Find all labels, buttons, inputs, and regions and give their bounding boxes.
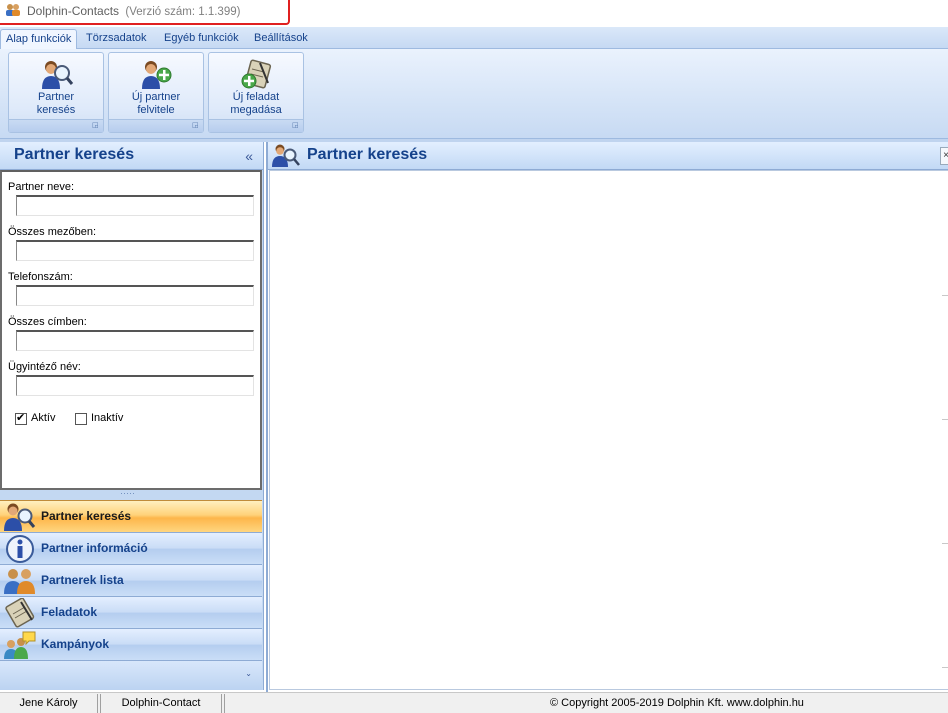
edge-tick [942, 419, 948, 420]
status-copyright: © Copyright 2005-2019 Dolphin Kft. www.d… [224, 694, 948, 713]
app-version: (Verzió szám: 1.1.399) [125, 6, 241, 18]
tab-alap-funkciok[interactable]: Alap funkciók [0, 29, 78, 49]
add-partner-icon [142, 61, 172, 89]
ribbon-group-new-task: Új feladat megadása ◲ [208, 52, 304, 133]
all-addresses-label: Összes címben: [8, 316, 87, 328]
inactive-checkbox-box[interactable] [75, 413, 87, 425]
ribbon-panel: Partner keresés ◲ Új partner felvitele ◲ [0, 49, 948, 139]
partner-search-button[interactable]: Partner keresés [9, 53, 103, 119]
active-checkbox-box[interactable] [15, 411, 27, 425]
window-title-bar: Dolphin-Contacts (Verzió szám: 1.1.399) [0, 0, 290, 25]
close-icon[interactable]: × [940, 147, 948, 165]
edge-tick [942, 667, 948, 668]
nav-partner-info-label: Partner információ [41, 541, 148, 555]
nav-tasks[interactable]: Feladatok [0, 596, 262, 628]
ribbon-group-footer: ◲ [109, 119, 203, 132]
nav-partner-search-label: Partner keresés [41, 509, 132, 523]
tab-egyeb-funkciok[interactable]: Egyéb funkciók [159, 29, 244, 49]
nav-partners-list-label: Partnerek lista [41, 573, 124, 587]
partner-search-icon [4, 503, 36, 531]
dialog-launcher-icon[interactable]: ◲ [292, 122, 300, 130]
status-app: Dolphin-Contact [100, 694, 222, 713]
campaigns-icon [4, 631, 36, 659]
partner-name-input[interactable] [16, 195, 254, 216]
nav-pane-footer: ⌄ [0, 660, 262, 690]
search-form: Partner neve: Összes mezőben: Telefonszá… [0, 170, 262, 490]
partner-search-icon [42, 61, 74, 89]
inactive-checkbox-label: Inaktív [91, 412, 124, 424]
tab-beallitasok[interactable]: Beállítások [249, 29, 313, 49]
nav-campaigns-label: Kampányok [41, 637, 110, 651]
status-bar: Jene Károly Dolphin-Contact © Copyright … [0, 692, 948, 713]
all-addresses-input[interactable] [16, 330, 254, 351]
main-panel-header: Partner keresés × [268, 142, 948, 170]
tab-torzsadatok[interactable]: Törzsadatok [81, 29, 152, 49]
all-fields-label: Összes mezőben: [8, 226, 97, 238]
phone-label: Telefonszám: [8, 271, 73, 283]
dialog-launcher-icon[interactable]: ◲ [192, 122, 200, 130]
app-name: Dolphin-Contacts [27, 4, 120, 18]
left-panel-title: Partner keresés [14, 146, 135, 163]
info-icon [6, 535, 34, 563]
chevron-down-icon[interactable]: ⌄ [245, 669, 252, 678]
dialog-launcher-icon[interactable]: ◲ [92, 122, 100, 130]
nav-campaigns[interactable]: Kampányok [0, 628, 262, 660]
main-content-area [269, 170, 948, 690]
edge-tick [942, 543, 948, 544]
partner-search-label: Partner keresés [36, 91, 76, 116]
add-partner-button[interactable]: Új partner felvitele [109, 53, 203, 119]
add-task-button[interactable]: Új feladat megadása [209, 53, 303, 119]
left-panel-header: Partner keresés « [0, 142, 263, 170]
add-partner-label: Új partner felvitele [131, 91, 181, 116]
partners-list-icon [4, 569, 35, 594]
nav-tasks-label: Feladatok [41, 605, 98, 619]
edge-tick [942, 295, 948, 296]
status-user: Jene Károly [0, 694, 98, 713]
main-panel-title: Partner keresés [307, 146, 428, 163]
nav-partner-search[interactable]: Partner keresés [0, 500, 262, 532]
left-panel: Partner keresés « Partner neve: Összes m… [0, 142, 264, 690]
splitter-grip-icon: ····· [120, 488, 135, 498]
nav-partner-info[interactable]: Partner információ [0, 532, 262, 564]
collapse-icon[interactable]: « [245, 148, 253, 164]
active-checkbox-label: Aktív [31, 412, 56, 424]
agent-name-label: Ügyintéző név: [8, 361, 81, 373]
panel-splitter[interactable]: ····· [0, 488, 262, 498]
add-task-label: Új feladat megadása [230, 91, 282, 116]
ribbon-group-partner-search: Partner keresés ◲ [8, 52, 104, 133]
all-fields-input[interactable] [16, 240, 254, 261]
main-panel: Partner keresés × [266, 142, 948, 692]
app-people-icon [6, 4, 20, 16]
agent-name-input[interactable] [16, 375, 254, 396]
ribbon-group-new-partner: Új partner felvitele ◲ [108, 52, 204, 133]
tasks-icon [5, 598, 35, 628]
partner-search-icon [272, 144, 300, 167]
ribbon-group-footer: ◲ [9, 119, 103, 132]
add-task-icon [241, 59, 272, 89]
partner-name-label: Partner neve: [8, 181, 75, 193]
ribbon-tab-strip: Alap funkciók Törzsadatok Egyéb funkciók… [0, 27, 948, 49]
phone-input[interactable] [16, 285, 254, 306]
nav-partners-list[interactable]: Partnerek lista [0, 564, 262, 596]
ribbon-group-footer: ◲ [209, 119, 303, 132]
window-title: Dolphin-Contacts (Verzió szám: 1.1.399) [27, 4, 240, 18]
